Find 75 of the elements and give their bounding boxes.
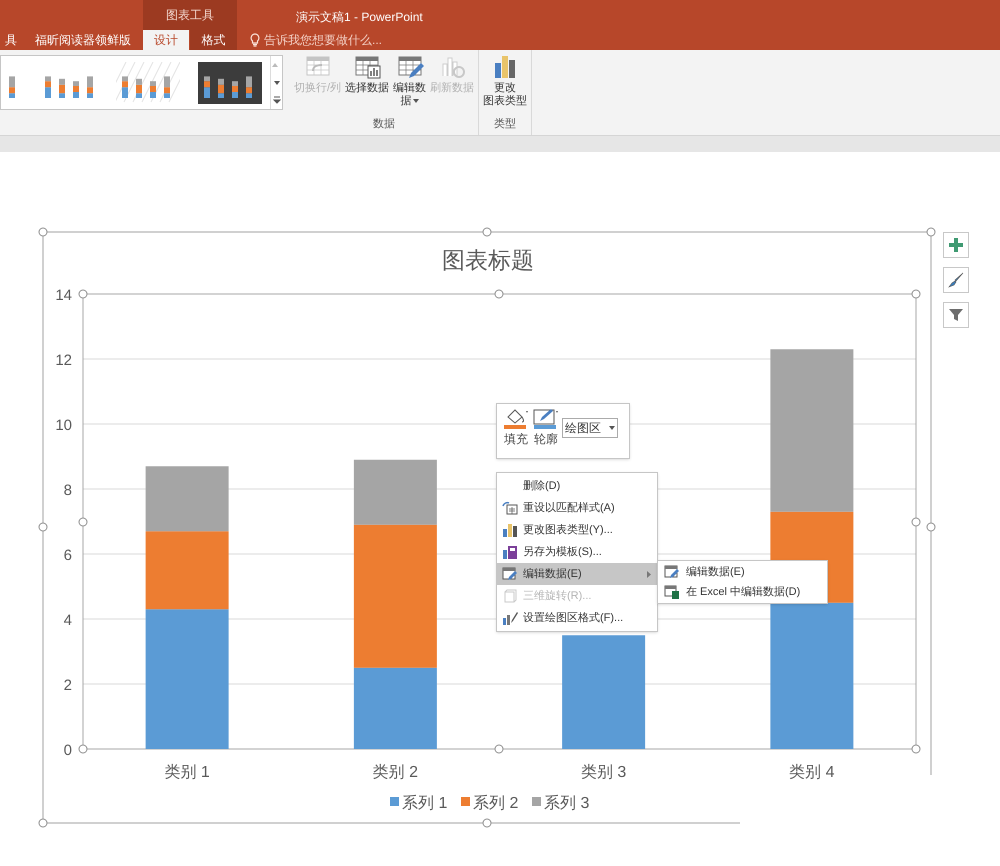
ribbon-button[interactable]: 选择数据 <box>344 54 390 95</box>
y-tick-label: 6 <box>64 547 72 564</box>
down-arrow-icon <box>272 80 280 86</box>
submenu-item[interactable]: 编辑数据(E) <box>658 562 827 582</box>
window-title: 演示文稿1 - PowerPoint <box>296 9 423 26</box>
y-tick-label: 10 <box>55 417 72 434</box>
selection-handle[interactable] <box>78 518 88 526</box>
bar-chart-icon <box>502 523 518 537</box>
legend-label: 系列 1 <box>402 795 448 812</box>
ribbon-tab[interactable]: 具 <box>0 30 22 50</box>
selection-handle[interactable] <box>926 228 936 236</box>
ribbon-button[interactable]: 编辑数 据 <box>392 54 428 108</box>
pen-outline-icon <box>532 408 560 430</box>
selection-handle[interactable] <box>912 290 920 298</box>
y-tick-label: 4 <box>64 612 72 629</box>
y-tick-label: 2 <box>64 677 72 694</box>
edit-data-icon <box>502 567 518 581</box>
selection-handle[interactable] <box>912 744 920 754</box>
paint-bucket-icon <box>502 408 530 430</box>
context-menu-item[interactable]: 重设以匹配样式(A) <box>497 497 657 519</box>
submenu-item[interactable]: 在 Excel 中编辑数据(D) <box>658 582 827 602</box>
context-menu-item[interactable]: 另存为模板(S)... <box>497 541 657 563</box>
category-label: 类别 4 <box>789 764 835 781</box>
chart-element-dropdown[interactable]: 绘图区 <box>562 418 618 438</box>
chart-styles-button[interactable] <box>943 267 969 293</box>
outline-button[interactable]: 轮廓 <box>532 408 560 446</box>
selection-handle[interactable] <box>482 818 492 828</box>
category-label: 类别 2 <box>372 764 418 781</box>
filter-icon <box>948 307 964 323</box>
tell-me-search[interactable]: 告诉我您想要做什么... <box>264 31 382 49</box>
category-label: 类别 3 <box>580 764 626 781</box>
context-menu-item[interactable]: 删除(D) <box>497 475 657 497</box>
selection-handle[interactable] <box>38 522 48 532</box>
caret-icon <box>609 426 615 430</box>
format-plot-area-icon <box>502 611 518 625</box>
cube-icon <box>502 589 518 603</box>
chart-style-thumbnail[interactable] <box>116 62 180 104</box>
chart-style-thumbnail[interactable] <box>198 62 262 104</box>
ribbon-tab[interactable]: 设计 <box>143 30 189 50</box>
y-tick-label: 0 <box>64 742 72 759</box>
selection-handle[interactable] <box>494 290 504 298</box>
y-tick-label: 8 <box>64 482 72 499</box>
selection-handle[interactable] <box>38 228 48 236</box>
fill-button[interactable]: 填充 <box>502 408 530 446</box>
save-template-icon <box>502 545 518 559</box>
context-menu-item[interactable]: 更改图表类型(Y)... <box>497 519 657 541</box>
context-menu-item[interactable]: 设置绘图区格式(F)... <box>497 607 657 629</box>
up-arrow-icon <box>271 62 279 68</box>
y-tick-label: 14 <box>55 287 72 304</box>
reset-style-icon <box>502 501 518 515</box>
selection-handle[interactable] <box>38 818 48 828</box>
brush-icon <box>948 272 964 288</box>
selection-handle[interactable] <box>482 228 492 236</box>
context-group-label: 图表工具 <box>143 0 237 30</box>
chart-title: 图表标题 <box>442 247 534 273</box>
ribbon-tab[interactable]: 格式 <box>190 30 237 50</box>
ribbon-button[interactable]: 更改 图表类型 <box>482 54 528 108</box>
edit-data-icon <box>664 565 680 579</box>
y-tick-label: 12 <box>55 352 72 369</box>
expand-gallery-icon <box>272 96 280 104</box>
group-label: 数据 <box>372 117 396 132</box>
chart-elements-button[interactable] <box>943 232 969 258</box>
group-label: 类型 <box>493 117 518 132</box>
excel-sheet-icon <box>664 585 680 599</box>
category-label: 类别 1 <box>164 764 210 781</box>
selection-handle[interactable] <box>494 744 504 754</box>
selection-handle[interactable] <box>78 744 88 754</box>
plus-icon <box>949 238 963 252</box>
legend-label: 系列 2 <box>473 795 518 812</box>
lightbulb-icon <box>250 33 260 47</box>
ribbon-tab[interactable]: 福昕阅读器领鲜版 <box>28 30 138 50</box>
chart-filter-button[interactable] <box>943 302 969 328</box>
selection-handle[interactable] <box>78 290 88 298</box>
context-menu-item[interactable]: 编辑数据(E) <box>497 563 657 585</box>
legend-label: 系列 3 <box>544 795 590 812</box>
